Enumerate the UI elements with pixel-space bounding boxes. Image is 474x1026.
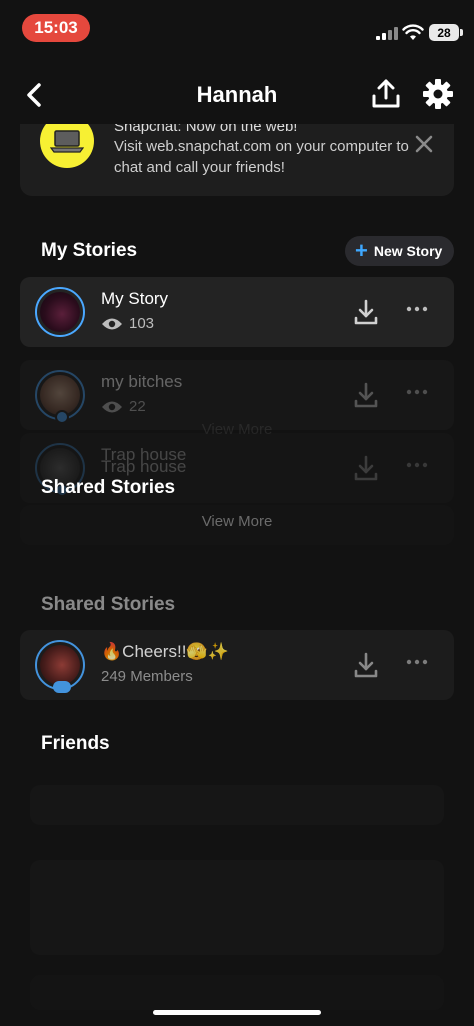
download-icon[interactable] bbox=[353, 381, 379, 409]
plus-icon: + bbox=[355, 238, 368, 263]
battery-indicator: 28 bbox=[429, 24, 463, 41]
cellular-signal-icon bbox=[376, 26, 398, 40]
story-views: 103 bbox=[101, 315, 154, 332]
wifi-icon bbox=[402, 24, 424, 40]
header: Hannah bbox=[0, 70, 474, 120]
download-icon[interactable] bbox=[353, 651, 379, 679]
more-options-icon[interactable] bbox=[405, 461, 429, 469]
web-promo-banner[interactable]: Snapchat: Now on the web! Visit web.snap… bbox=[20, 124, 454, 196]
eye-icon bbox=[102, 318, 122, 329]
new-story-label: New Story bbox=[373, 243, 443, 259]
views-count: 22 bbox=[129, 398, 146, 415]
views-count: 103 bbox=[129, 315, 155, 332]
story-name: My Story bbox=[101, 289, 169, 308]
shared-stories-heading-ghost: Shared Stories bbox=[41, 477, 176, 498]
banner-body: Visit web.snapchat.com on your computer … bbox=[114, 138, 409, 176]
story-name-ghost: Trap house bbox=[101, 457, 187, 476]
laptop-icon bbox=[40, 124, 94, 168]
friends-blurred-row-2 bbox=[30, 975, 444, 1010]
avatar bbox=[35, 287, 85, 337]
shared-story-card[interactable]: 🔥Cheers!!🫣✨ 249 Members bbox=[20, 630, 454, 700]
more-options-icon[interactable] bbox=[405, 658, 429, 666]
banner-title: Snapchat: Now on the web! bbox=[114, 124, 298, 135]
avatar bbox=[35, 640, 85, 693]
friends-heading: Friends bbox=[41, 733, 110, 754]
story-views: 22 bbox=[101, 398, 146, 415]
status-bar: 15:03 28 bbox=[0, 0, 474, 56]
gear-icon[interactable] bbox=[420, 76, 456, 112]
download-icon[interactable] bbox=[353, 454, 379, 482]
close-icon[interactable] bbox=[412, 132, 436, 156]
view-more-link[interactable]: View More bbox=[0, 513, 474, 530]
status-time: 15:03 bbox=[22, 14, 90, 42]
shared-stories-heading: Shared Stories bbox=[41, 594, 176, 615]
shared-story-name: 🔥Cheers!!🫣✨ bbox=[101, 642, 229, 661]
more-options-icon[interactable] bbox=[405, 388, 429, 396]
story-card-private[interactable]: my bitches 22 bbox=[20, 360, 454, 430]
my-stories-heading: My Stories bbox=[41, 240, 138, 261]
avatar bbox=[35, 370, 85, 424]
share-upload-icon[interactable] bbox=[368, 76, 404, 112]
friends-blurred-row bbox=[30, 785, 444, 825]
shared-story-members: 249 Members bbox=[101, 668, 193, 685]
group-badge-icon bbox=[53, 681, 71, 693]
more-options-icon[interactable] bbox=[405, 305, 429, 313]
new-story-button[interactable]: + New Story bbox=[345, 236, 454, 266]
eye-icon bbox=[102, 401, 122, 412]
home-indicator[interactable] bbox=[153, 1010, 321, 1015]
story-card-my-story[interactable]: My Story 103 bbox=[20, 277, 454, 347]
download-icon[interactable] bbox=[353, 298, 379, 326]
story-name: my bitches bbox=[101, 372, 183, 391]
friends-blurred-content bbox=[30, 860, 444, 955]
